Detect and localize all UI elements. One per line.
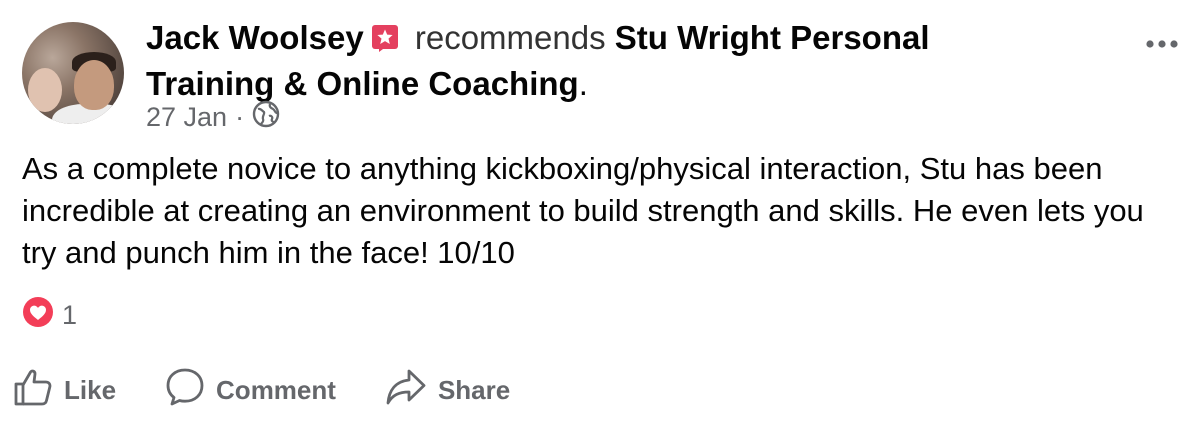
comment-bubble-icon	[164, 366, 206, 415]
author-name[interactable]: Jack Woolsey	[146, 19, 364, 56]
thumbs-up-icon	[12, 367, 54, 414]
recommends-text: recommends	[414, 19, 606, 56]
comment-button[interactable]: Comment	[164, 366, 336, 415]
reactions-summary[interactable]: 1	[22, 296, 77, 335]
share-arrow-icon	[384, 367, 428, 414]
share-button[interactable]: Share	[384, 367, 510, 414]
avatar-face-left	[28, 68, 62, 112]
header-period: .	[578, 65, 588, 102]
like-label: Like	[64, 375, 117, 405]
love-reaction-icon	[22, 296, 54, 335]
comment-label: Comment	[216, 375, 336, 405]
more-dots-icon	[1145, 36, 1179, 54]
post-actions: Like Comment Share	[12, 366, 558, 415]
avatar-face-right	[74, 60, 114, 110]
share-label: Share	[437, 375, 511, 405]
avatar[interactable]	[22, 22, 124, 124]
post-meta: 27 Jan ·	[146, 100, 280, 135]
reaction-count: 1	[62, 300, 78, 330]
like-button[interactable]: Like	[12, 367, 116, 414]
post-body-text: As a complete novice to anything kickbox…	[22, 151, 1144, 270]
more-options-button[interactable]	[1142, 30, 1182, 60]
meta-separator: ·	[235, 102, 245, 132]
recommendation-star-icon	[370, 21, 400, 63]
globe-icon[interactable]	[252, 100, 280, 135]
post-header: Jack Woolsey recommends Stu Wright Perso…	[146, 17, 1046, 105]
post-date[interactable]: 27 Jan	[146, 102, 227, 133]
